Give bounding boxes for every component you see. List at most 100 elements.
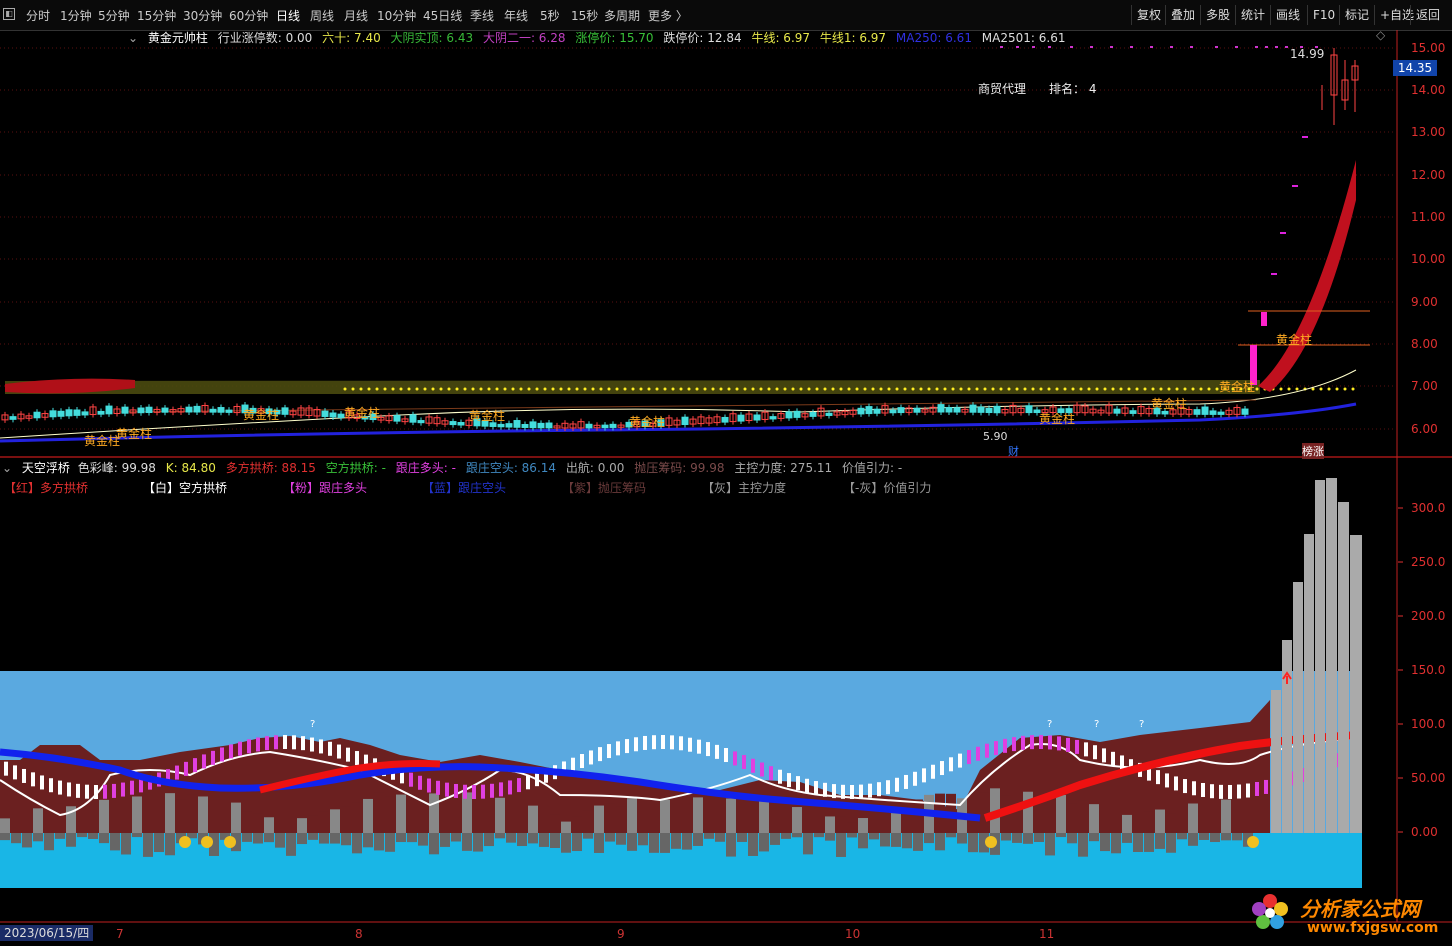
candle-body — [1113, 408, 1121, 414]
pressure-bar — [682, 795, 692, 833]
k-tick — [499, 782, 503, 797]
bull-dot — [1351, 387, 1355, 391]
bull-dot — [999, 387, 1003, 391]
diamond-icon[interactable]: ◇ — [1376, 28, 1385, 42]
k-tick — [1030, 735, 1034, 750]
candle-body — [81, 411, 89, 416]
k-tick — [958, 753, 962, 768]
bull-dot — [1087, 387, 1091, 391]
depth-bar — [11, 833, 21, 844]
sub-axis-label: 0.00 — [1411, 825, 1438, 839]
candle-body — [785, 411, 793, 419]
gold-bar-label: 黄金柱 — [1276, 333, 1313, 347]
bull-dot — [1055, 387, 1059, 391]
k-tick — [931, 764, 935, 779]
k-tick — [1255, 781, 1259, 796]
pressure-bar — [671, 794, 681, 833]
price-label: 10.00 — [1411, 252, 1446, 266]
depth-bar — [583, 833, 593, 839]
candle-body — [105, 405, 113, 415]
candle-body — [529, 421, 537, 429]
depth-bar — [638, 833, 648, 846]
k-tick — [121, 782, 125, 797]
depth-bar — [132, 833, 142, 838]
depth-bar — [924, 833, 934, 844]
depth-bar — [847, 833, 857, 838]
bull-dot — [695, 387, 699, 391]
sub-axis-label: 300.0 — [1411, 501, 1446, 515]
k-tick — [265, 736, 269, 751]
candle-body — [185, 406, 193, 413]
pressure-bar — [22, 814, 32, 833]
sub-axis-label: 100.0 — [1411, 717, 1446, 731]
candle-body — [953, 407, 961, 413]
bull-dot — [703, 387, 707, 391]
depth-bar — [902, 833, 912, 849]
depth-bar — [385, 833, 395, 852]
depth-bar — [517, 833, 527, 847]
k-tick — [238, 741, 242, 756]
pressure-bar — [594, 805, 604, 833]
sub-indicator-name[interactable]: 天空浮桥 — [22, 461, 70, 475]
finance-marker[interactable]: 财 — [1008, 443, 1019, 459]
k-tick — [814, 781, 818, 796]
money-bag-icon — [985, 836, 997, 848]
depth-bar — [429, 833, 439, 855]
bull-dot — [1047, 387, 1051, 391]
recent-candles[interactable] — [1321, 48, 1359, 125]
sub-axis-label: 200.0 — [1411, 609, 1446, 623]
candle-body — [449, 421, 457, 426]
bull-dot — [583, 387, 587, 391]
rank-up-marker[interactable]: 榜涨 — [1302, 443, 1324, 459]
bull-dot — [815, 387, 819, 391]
sub-legend-item: 价值引力: - — [842, 461, 903, 475]
k-tick — [1237, 784, 1241, 799]
depth-bar — [770, 833, 780, 845]
gold-bar-label: 黄金柱 — [116, 427, 153, 441]
pressure-bar — [847, 822, 857, 833]
pressure-bar — [1243, 796, 1253, 833]
candle-body — [65, 409, 73, 417]
k-tick — [1057, 736, 1061, 751]
bull-dot — [711, 387, 715, 391]
depth-bar — [363, 833, 373, 848]
k-tick — [706, 742, 710, 757]
candle-body — [793, 410, 801, 418]
depth-bar — [319, 833, 329, 844]
month-label: 8 — [355, 927, 363, 941]
money-bag-icon — [224, 836, 236, 848]
olive-band — [5, 380, 1260, 394]
k-tick — [679, 736, 683, 751]
k-tick — [580, 754, 584, 769]
depth-bar — [726, 833, 736, 857]
sub-legend-item: 跟庄多头: - — [395, 461, 456, 475]
high-price-label: 14.99 — [1290, 47, 1325, 61]
k-tick — [1228, 784, 1232, 799]
depth-bar — [22, 833, 32, 848]
bull-dot — [775, 387, 779, 391]
bull-dot — [1063, 387, 1067, 391]
candle-body — [545, 422, 553, 429]
k-tick — [418, 775, 422, 790]
depth-bar — [341, 833, 351, 846]
k-tick — [643, 735, 647, 750]
k-tick — [1192, 781, 1196, 796]
bull-dot — [567, 387, 571, 391]
candle[interactable] — [1261, 312, 1267, 326]
bull-dot — [983, 387, 987, 391]
depth-bar — [1155, 833, 1165, 849]
k-tick — [49, 778, 53, 793]
pressure-bar — [1078, 800, 1088, 833]
candle-body — [769, 416, 777, 420]
bull-dot — [559, 387, 563, 391]
bull-dot — [839, 387, 843, 391]
top-dot — [1235, 46, 1238, 48]
pressure-bar — [561, 821, 571, 833]
depth-bar — [880, 833, 890, 847]
pressure-bar — [979, 792, 989, 833]
bull-dot — [439, 387, 443, 391]
sub-collapse-icon[interactable]: ⌄ — [2, 461, 12, 475]
k-tick — [571, 757, 575, 772]
pressure-bar — [209, 801, 219, 833]
depth-bar — [418, 833, 428, 846]
